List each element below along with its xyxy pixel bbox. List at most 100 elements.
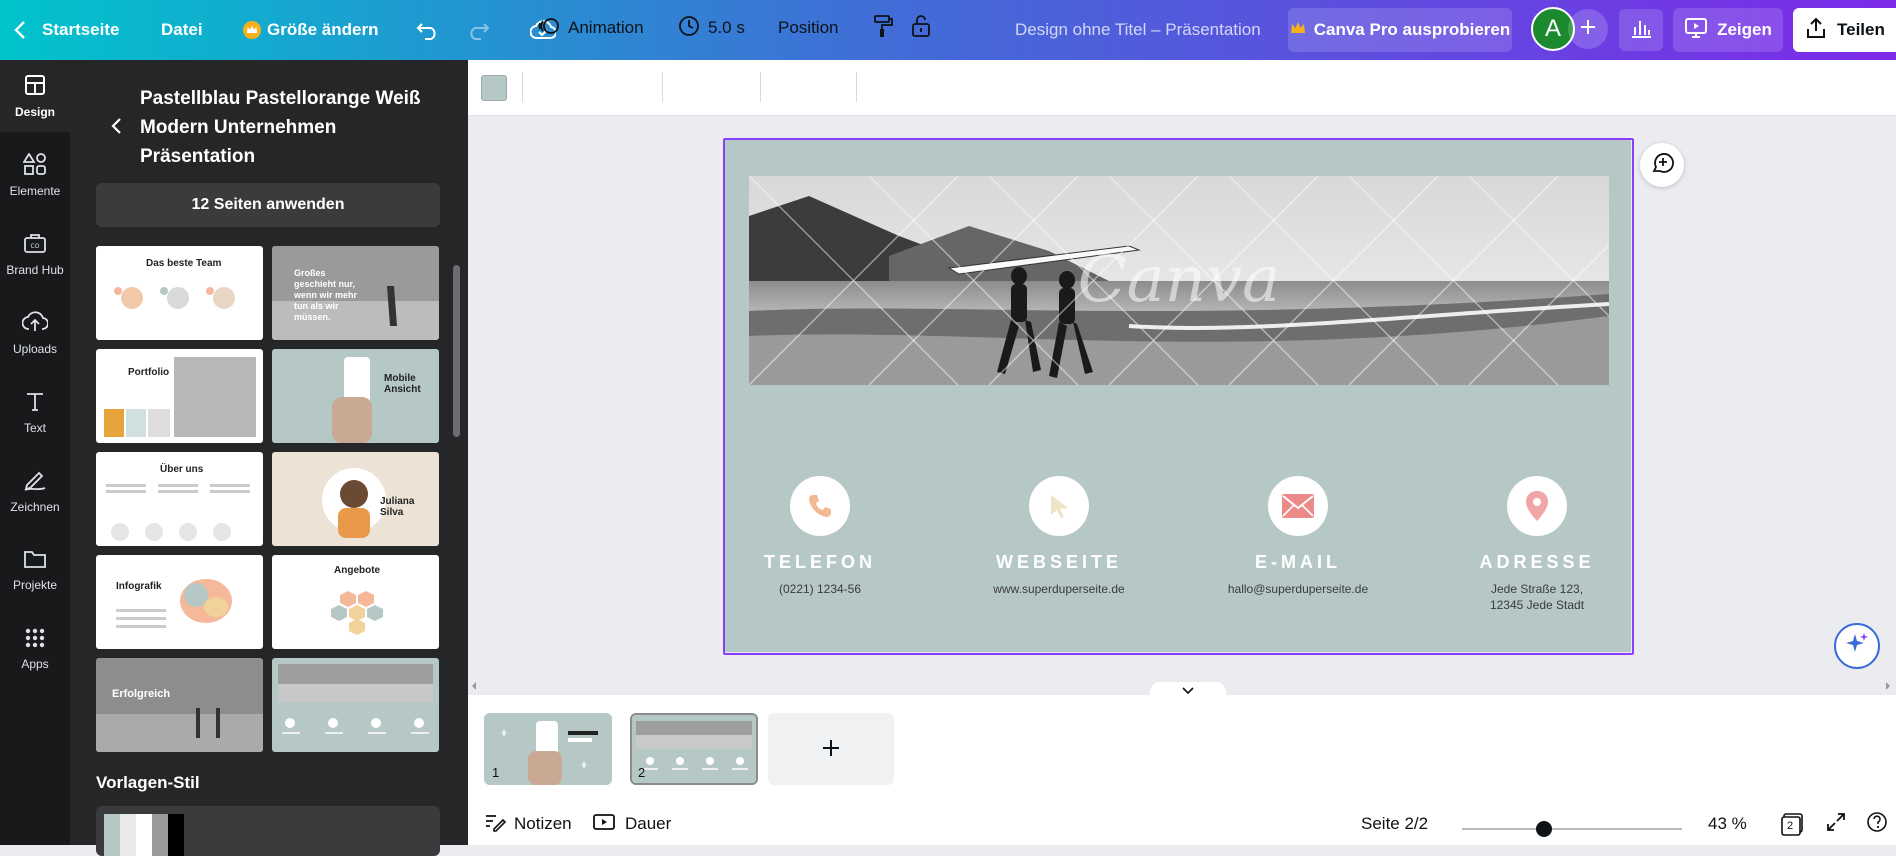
toolbar-divider [760, 72, 761, 102]
rail-item-design[interactable]: Design [0, 60, 70, 132]
page-indicator-label: Seite 2/2 [1361, 814, 1429, 833]
rail-item-brand-hub[interactable]: CO Brand Hub [0, 218, 70, 290]
home-label: Startseite [42, 20, 120, 39]
rail-label: Apps [21, 656, 49, 671]
rail-item-elements[interactable]: Elemente [0, 139, 70, 211]
invite-button[interactable] [1568, 9, 1608, 49]
share-label: Teilen [1837, 20, 1885, 39]
notes-icon [484, 812, 507, 837]
template-title: Pastellblau Pastellorange Weiß Modern Un… [140, 88, 421, 167]
page-number: 1 [492, 765, 500, 780]
page-number: 2 [638, 765, 646, 780]
top-bar: Startseite Datei Größe ändern Design ohn… [0, 0, 1896, 60]
template-thumb[interactable]: Infografik [96, 555, 263, 649]
rail-label: Elemente [9, 183, 61, 198]
thumb-label: Erfolgreich [112, 688, 171, 700]
template-thumb[interactable]: Angebote [272, 555, 439, 649]
apply-pages-button[interactable]: 12 Seiten anwenden [96, 183, 440, 227]
canva-pro-label: Canva Pro ausprobieren [1313, 20, 1511, 39]
magic-assistant-button[interactable] [1834, 623, 1880, 669]
zoom-slider-track[interactable] [1462, 828, 1682, 830]
unlock-icon [910, 14, 932, 43]
duration-button[interactable]: 5.0 s [678, 0, 745, 56]
home-link[interactable]: Startseite [14, 0, 119, 60]
template-thumb[interactable]: Erfolgreich [96, 658, 263, 752]
timer-play-icon [593, 812, 617, 837]
file-label: Datei [161, 20, 203, 39]
canva-pro-button[interactable]: Canva Pro ausprobieren [1288, 8, 1512, 52]
animation-icon [538, 15, 560, 42]
template-thumb[interactable]: Portfolio [96, 349, 263, 443]
background-color-swatch[interactable] [481, 75, 507, 101]
crown-icon [243, 21, 261, 39]
resize-label: Größe ändern [267, 20, 379, 39]
template-thumb[interactable]: Das beste Team [96, 246, 263, 340]
chevron-left-icon [14, 21, 26, 39]
footer-bar [468, 803, 1896, 845]
add-page-button[interactable] [768, 713, 894, 785]
rail-label: Zeichnen [10, 499, 60, 514]
plus-icon [821, 732, 841, 766]
shapes-icon [22, 151, 47, 178]
present-button[interactable]: Zeigen [1673, 8, 1783, 52]
avatar-letter: A [1544, 15, 1561, 42]
add-comment-button[interactable] [1640, 143, 1684, 187]
page-indicator[interactable]: Seite 2/2 [1361, 803, 1428, 845]
sparkle-icon [1844, 631, 1870, 662]
template-thumb[interactable]: Über uns [96, 452, 263, 546]
position-button[interactable]: Position [778, 0, 838, 56]
plus-icon [1579, 15, 1597, 43]
template-thumb[interactable]: Juliana Silva [272, 452, 439, 546]
panel-scrollbar[interactable] [453, 265, 460, 437]
file-menu[interactable]: Datei [161, 0, 203, 60]
rail-item-projects[interactable]: Projekte [0, 534, 70, 606]
toolbar-divider [522, 72, 523, 102]
duration-footer-label: Dauer [625, 814, 672, 833]
zoom-level[interactable]: 43 % [1708, 803, 1747, 845]
present-label: Zeigen [1717, 20, 1772, 39]
clock-icon [678, 15, 700, 42]
resize-button[interactable]: Größe ändern [243, 0, 378, 60]
template-thumb[interactable]: Großes geschieht nur, wenn wir mehr tun … [272, 246, 439, 340]
rail-label: Design [14, 104, 55, 119]
template-thumb[interactable]: Mobile Ansicht [272, 349, 439, 443]
bar-chart-icon [1630, 18, 1652, 43]
duration-footer-button[interactable]: Dauer [593, 803, 671, 845]
rail-label: Brand Hub [6, 262, 64, 277]
insights-button[interactable] [1619, 9, 1663, 51]
fullscreen-button[interactable] [1826, 803, 1846, 845]
animation-button[interactable]: Animation [538, 0, 644, 56]
help-icon [1866, 811, 1888, 838]
toolbar-divider [662, 72, 663, 102]
thumb-label: Mobile Ansicht [384, 373, 421, 395]
rail-label: Text [23, 420, 46, 435]
editor-toolbar [468, 60, 1896, 116]
undo-icon [416, 20, 440, 40]
zoom-slider-handle[interactable] [1536, 821, 1553, 837]
back-button[interactable] [110, 117, 122, 140]
notes-button[interactable]: Notizen [484, 803, 572, 845]
comment-plus-icon [1650, 151, 1674, 180]
toolbar-divider [856, 72, 857, 102]
document-title[interactable]: Design ohne Titel – Präsentation [1015, 0, 1261, 60]
page-thumb-1[interactable]: 1 [484, 713, 612, 785]
template-style-preview[interactable] [96, 806, 440, 856]
page-thumb-2[interactable]: 2 [630, 713, 758, 785]
rail-item-uploads[interactable]: Uploads [0, 297, 70, 369]
copy-style-button[interactable] [872, 0, 894, 56]
rail-item-draw[interactable]: Zeichnen [0, 455, 70, 527]
lock-button[interactable] [910, 0, 932, 56]
template-thumb-current[interactable] [272, 658, 439, 752]
folder-icon [23, 549, 47, 572]
redo-button[interactable] [466, 0, 490, 60]
rail-item-apps[interactable]: Apps [0, 613, 70, 685]
help-button[interactable] [1866, 803, 1888, 845]
rail-item-text[interactable]: Text [0, 376, 70, 448]
text-icon [24, 390, 46, 415]
undo-button[interactable] [416, 0, 440, 60]
share-button[interactable]: Teilen [1793, 8, 1896, 52]
pages-grid-button[interactable]: 2 [1780, 803, 1806, 845]
present-icon [1684, 17, 1708, 44]
notes-label: Notizen [514, 814, 572, 833]
layout-icon [24, 74, 46, 99]
